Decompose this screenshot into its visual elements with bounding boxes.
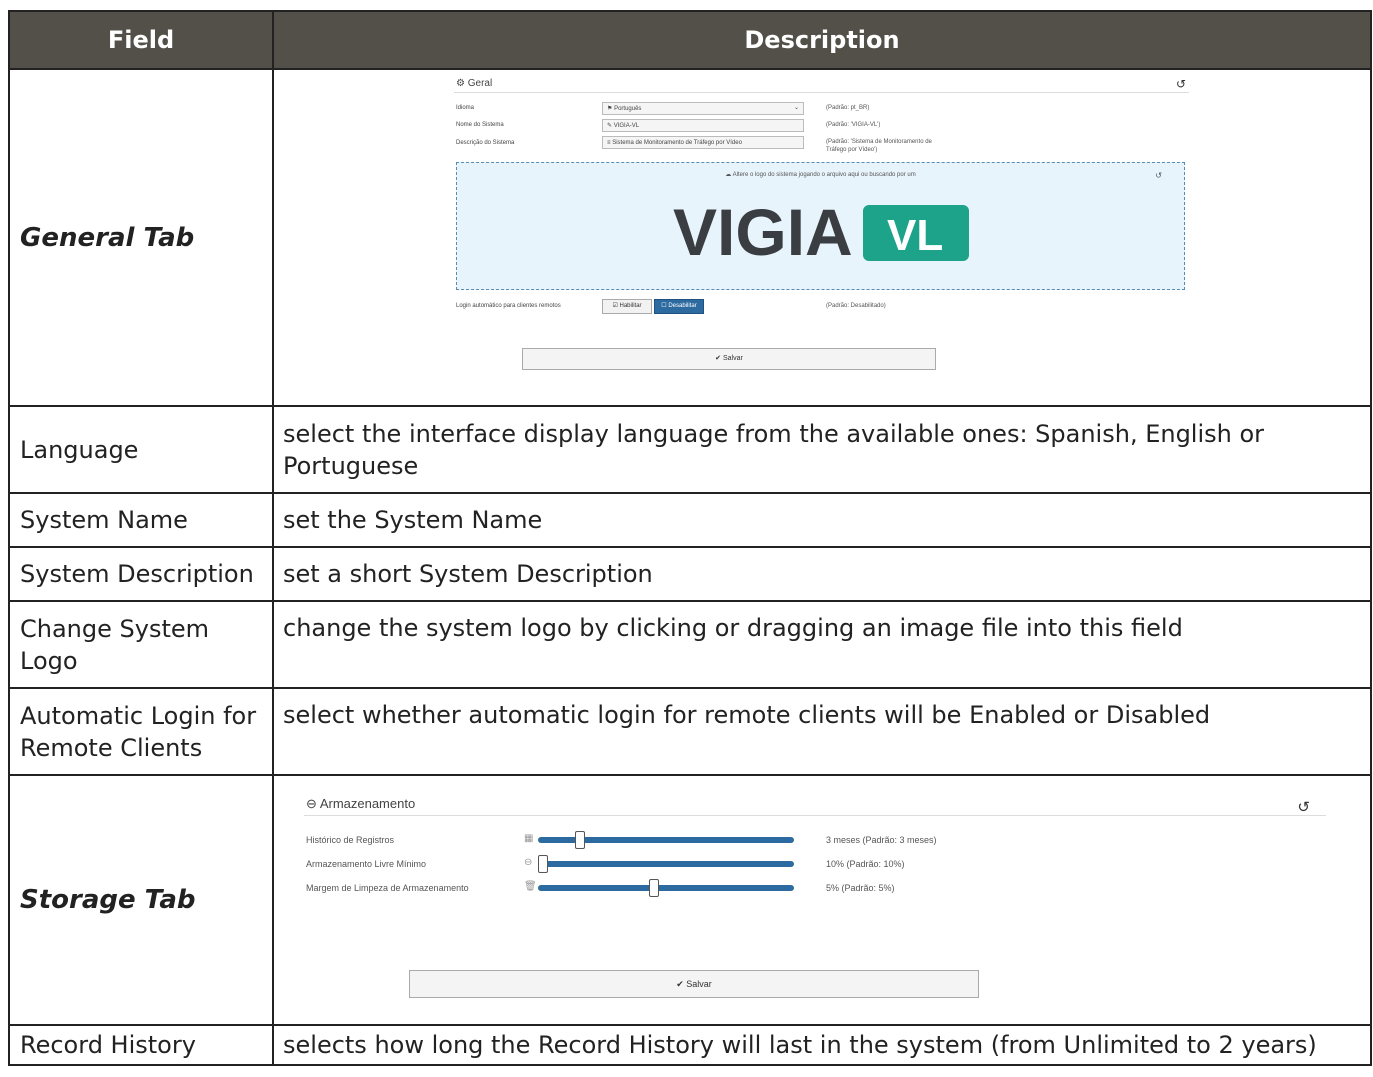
slider-thumb[interactable] [538, 855, 548, 873]
field-cell: System Description [8, 546, 274, 602]
field-cell: System Name [8, 492, 274, 548]
logo-word: VIGIA [673, 195, 853, 265]
header-description: Description [272, 10, 1372, 70]
general-tab-title: General Tab [20, 222, 195, 253]
check-icon: ✔ [715, 355, 722, 362]
check-icon: ✔ [676, 979, 684, 989]
storage-screenshot-cell: ⊖ Armazenamento ↺ Histórico de Registros… [272, 774, 1372, 1026]
header-field: Field [8, 10, 274, 70]
reset-icon[interactable]: ↺ [1176, 77, 1186, 91]
system-name-hint: (Padrão: 'VIGIA-VL') [826, 122, 881, 128]
logo-dropzone[interactable]: ☁ Altere o logo do sistema jogando o arq… [456, 162, 1185, 290]
general-panel-heading: ⚙ Geral [456, 78, 493, 89]
slider-value: 5% (Padrão: 5%) [826, 883, 895, 893]
cloud-upload-icon: ☁ [725, 172, 732, 178]
table-row: Record History selects how long the Reco… [8, 1024, 1372, 1066]
disable-button[interactable]: ☐ Desabilitar [654, 299, 704, 314]
fields-table: Field Description General Tab ⚙ Geral ↺ … [8, 10, 1372, 1066]
description-cell: change the system logo by clicking or dr… [272, 600, 1372, 689]
storage-tab-cell: Storage Tab [8, 774, 274, 1026]
table-header-row: Field Description [8, 10, 1372, 70]
divider [304, 815, 1326, 816]
field-cell: Change System Logo [8, 600, 274, 689]
slider-label: Margem de Limpeza de Armazenamento [306, 883, 469, 893]
system-logo: VIGIA VL [673, 195, 969, 265]
field-cell: Language [8, 405, 274, 494]
cleanup-margin-slider[interactable] [538, 879, 794, 897]
general-screenshot-cell: ⚙ Geral ↺ Idioma ⚑ Português ⌄ (Padrão: p… [272, 68, 1372, 407]
system-description-input[interactable]: ≡ Sistema de Monitoramento de Tráfego po… [602, 136, 804, 149]
dropzone-message: ☁ Altere o logo do sistema jogando o arq… [725, 172, 916, 178]
table-row-storage-tab: Storage Tab ⊖ Armazenamento ↺ Histórico … [8, 774, 1372, 1026]
table-row-general-tab: General Tab ⚙ Geral ↺ Idioma ⚑ Português… [8, 68, 1372, 407]
language-label: Idioma [456, 105, 475, 111]
storage-panel-heading: ⊖ Armazenamento [306, 796, 416, 811]
slider-thumb[interactable] [649, 879, 659, 897]
auto-login-hint: (Padrão: Desabilitado) [826, 303, 886, 309]
lines-icon: ≡ [607, 140, 611, 146]
logo-badge-text: VL [887, 211, 943, 260]
gears-icon: ⚙ [456, 78, 465, 89]
table-row: System Name set the System Name [8, 492, 1372, 548]
slider-value: 3 meses (Padrão: 3 meses) [826, 835, 937, 845]
auto-login-label: Login automático para clientes remotos [456, 303, 561, 309]
min-free-storage-slider[interactable] [538, 855, 794, 873]
system-name-label: Nome do Sistema [456, 122, 504, 128]
drive-icon: ⊖ [306, 796, 317, 811]
table-row: Automatic Login for Remote Clients selec… [8, 687, 1372, 776]
system-description-label: Descrição do Sistema [456, 140, 515, 146]
calendar-icon: ▦ [524, 833, 534, 844]
slider-thumb[interactable] [575, 831, 585, 849]
description-cell: select whether automatic login for remot… [272, 687, 1372, 776]
system-name-input[interactable]: ✎ VIGIA-VL [602, 119, 804, 132]
chevron-down-icon: ⌄ [793, 105, 799, 111]
slider-label: Armazenamento Livre Mínimo [306, 859, 427, 869]
record-history-slider[interactable] [538, 831, 794, 849]
table-row: Language select the interface display la… [8, 405, 1372, 494]
field-cell: Record History [8, 1024, 274, 1066]
language-select[interactable]: ⚑ Português ⌄ [602, 102, 804, 115]
description-cell: selects how long the Record History will… [272, 1024, 1372, 1066]
table-row: Change System Logo change the system log… [8, 600, 1372, 689]
square-icon: ☐ [661, 303, 667, 309]
general-tab-cell: General Tab [8, 68, 274, 407]
field-cell: Automatic Login for Remote Clients [8, 687, 274, 776]
save-button[interactable]: ✔ Salvar [409, 970, 979, 998]
enable-button[interactable]: ☑ Habilitar [602, 299, 652, 314]
divider [454, 92, 1189, 93]
tag-icon: ✎ [607, 123, 613, 129]
flag-icon: ⚑ [607, 106, 613, 112]
language-hint: (Padrão: pt_BR) [826, 105, 870, 111]
description-cell: set a short System Description [272, 546, 1372, 602]
drive-icon: ⊖ [524, 857, 533, 868]
save-button[interactable]: ✔ Salvar [522, 348, 936, 370]
storage-tab-title: Storage Tab [20, 885, 196, 915]
general-panel: ⚙ Geral ↺ Idioma ⚑ Português ⌄ (Padrão: p… [274, 70, 1364, 405]
logo-reset-icon[interactable]: ↺ [1155, 171, 1162, 180]
description-cell: select the interface display language fr… [272, 405, 1372, 494]
system-description-hint: (Padrão: 'Sistema de Monitoramento de Tr… [826, 139, 932, 153]
slider-value: 10% (Padrão: 10%) [826, 859, 905, 869]
trash-icon: 🗑 [524, 881, 537, 892]
storage-panel: ⊖ Armazenamento ↺ Histórico de Registros… [274, 776, 1364, 1024]
slider-label: Histórico de Registros [306, 835, 395, 845]
description-cell: set the System Name [272, 492, 1372, 548]
check-square-icon: ☑ [612, 303, 618, 309]
table-row: System Description set a short System De… [8, 546, 1372, 602]
reset-icon[interactable]: ↺ [1297, 798, 1310, 816]
